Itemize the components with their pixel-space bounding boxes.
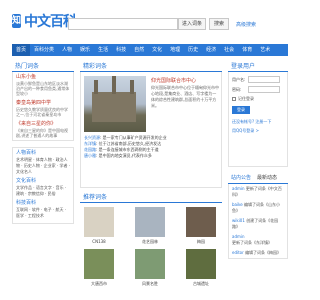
nav-item-people[interactable]: 人物 (58, 44, 76, 56)
recommended-caption[interactable]: 大唐西市 (82, 281, 116, 287)
recommended-thumb[interactable] (135, 207, 165, 237)
dynamics-item[interactable]: admin 更新了词条《中文百科》 (229, 184, 287, 200)
hot-item[interactable]: 秦皇岛第四中学 历史悠久教学质量优良的中学之一,位于河北省秦皇岛市 (13, 98, 73, 119)
enter-entry-button[interactable]: 进入词条 (178, 18, 206, 30)
remember-row[interactable]: 记住登录 (232, 96, 284, 102)
featured-entry-title[interactable]: 仰光国际联合市中心 (151, 77, 196, 84)
category-title[interactable]: 人物百科 (13, 148, 73, 156)
login-box: 用户名: 密码: 记住登录 登录 还没有帐号? 注册一下 用QQ号登录 > (228, 72, 288, 167)
featured-image[interactable] (84, 76, 146, 132)
nav-item-tech[interactable]: 科技 (112, 44, 130, 56)
tab-notice[interactable]: 站内公告 (228, 173, 254, 183)
nav-item-geography[interactable]: 地理 (166, 44, 184, 56)
search-input[interactable] (68, 18, 178, 30)
password-field[interactable] (248, 86, 280, 93)
hot-entries-title: 热门词条 (12, 61, 74, 72)
spire-shape (112, 76, 116, 94)
cathedral-shape (92, 92, 136, 122)
featured-list-item[interactable]: 唐小雅: 是中国内地女演员,代表作众多 (84, 153, 220, 159)
qq-login-link[interactable]: 用QQ号登录 > (232, 128, 284, 134)
login-button[interactable]: 登录 (232, 106, 250, 114)
recommended-caption[interactable]: CN138 (82, 239, 116, 244)
dynamics-item[interactable]: admin 更新了词条《东洋镇》 (229, 232, 287, 248)
hot-item[interactable]: 《来自三星的你》 《来自三星的你》是中国电视剧,讲述了普通人的故事 (13, 119, 73, 140)
nav-item-sports[interactable]: 体育 (238, 44, 256, 56)
logo-icon: 知 (12, 14, 22, 28)
nav-item-categories[interactable]: 百科分类 (30, 44, 58, 56)
recommended-caption[interactable]: 梅园 (184, 239, 218, 245)
recommended-thumb[interactable] (84, 207, 114, 237)
recommended-caption[interactable]: 风景名胜 (133, 281, 167, 287)
dynamics-item[interactable]: wiki01 创建了词条《花园路》 (229, 216, 287, 232)
site-logo[interactable]: 知 中文百科 (12, 11, 77, 31)
nav-item-culture[interactable]: 文化 (148, 44, 166, 56)
featured-entry-desc: 仰光国际联合市中心位于缅甸仰光市中心地段,是集商业、酒店、写字楼为一体的综合性建… (151, 85, 219, 108)
spire-shape (94, 80, 98, 94)
nav-item-economy[interactable]: 经济 (202, 44, 220, 56)
hot-item-title[interactable]: 《来自三星的你》 (16, 121, 70, 127)
search-button[interactable]: 搜索 (209, 18, 229, 30)
dynamics-item[interactable]: editor 编辑了词条《梅园》 (229, 248, 287, 258)
featured-box: 仰光国际联合市中心 仰光国际联合市中心位于缅甸仰光市中心地段,是集商业、酒店、写… (80, 72, 222, 188)
nav-item-history[interactable]: 历史 (184, 44, 202, 56)
nav-item-society[interactable]: 社会 (220, 44, 238, 56)
recommended-caption[interactable]: 古城遗址 (184, 281, 218, 287)
username-label: 用户名: (232, 76, 246, 82)
remember-label: 记住登录 (238, 96, 254, 101)
main-nav: 首页 百科分类 人物 娱乐 生活 科技 自然 文化 地理 历史 经济 社会 体育… (12, 44, 288, 56)
category-title[interactable]: 文化百科 (13, 176, 73, 184)
remember-checkbox[interactable] (232, 97, 236, 101)
nav-item-home[interactable]: 首页 (12, 44, 31, 56)
category-box: 人物百科 艺术明星 · 体育人物 · 政治人物 · 历史人物 · 企业家 · 学… (12, 147, 74, 224)
category-links[interactable]: 文学作品 · 语言文字 · 音乐 · 建筑 · 宗教信仰 · 民俗 (13, 184, 73, 198)
category-title[interactable]: 科技百科 (13, 198, 73, 206)
nav-item-entertainment[interactable]: 娱乐 (76, 44, 94, 56)
page: 知 中文百科 进入词条 搜索 高级搜索 首页 百科分类 人物 娱乐 生活 科技 … (0, 0, 300, 300)
login-title: 登录用户 (228, 61, 288, 72)
recommended-title: 推荐词条 (80, 192, 222, 203)
nav-item-art[interactable]: 艺术 (256, 44, 274, 56)
hot-item-title[interactable]: 秦皇岛第四中学 (16, 100, 70, 106)
right-column: 登录用户 用户名: 密码: 记住登录 登录 还没有帐号? 注册一下 用QQ号登录… (228, 61, 288, 259)
category-links[interactable]: 艺术明星 · 体育人物 · 政治人物 · 历史人物 · 企业家 · 学者 · 文… (13, 156, 73, 176)
dynamics-box: admin 更新了词条《中文百科》 baike 编辑了词条《山东小鱼》 wiki… (228, 184, 288, 259)
recommended-thumb[interactable] (84, 249, 114, 279)
recommended-thumb[interactable] (186, 207, 216, 237)
nav-item-nature[interactable]: 自然 (130, 44, 148, 56)
recommended-thumb[interactable] (135, 249, 165, 279)
dynamics-tabs: 站内公告 最新动态 (228, 173, 288, 184)
dynamics-item[interactable]: baike 编辑了词条《山东小鱼》 (229, 200, 287, 216)
recommended-caption[interactable]: 花艺园林 (133, 239, 167, 245)
spire-shape (130, 80, 134, 94)
left-column: 热门词条 山东小鱼 淡黄小鲜鱼是山东地区淡水湖泊产出的一种食用鱼类,通常体型较小… (12, 61, 74, 224)
hot-entries-box: 山东小鱼 淡黄小鲜鱼是山东地区淡水湖泊产出的一种食用鱼类,通常体型较小 秦皇岛第… (12, 72, 74, 141)
hot-item-desc: 《来自三星的你》是中国电视剧,讲述了普通人的故事 (16, 128, 68, 138)
username-field[interactable] (248, 76, 280, 83)
password-label: 密码: (232, 86, 242, 92)
hot-item-desc: 淡黄小鲜鱼是山东地区淡水湖泊产出的一种食用鱼类,通常体型较小 (16, 81, 70, 96)
advanced-search-link[interactable]: 高级搜索 (236, 21, 256, 28)
recommended-grid: CN138 花艺园林 梅园 大唐西市 风景名胜 古城遗址 (80, 203, 222, 300)
middle-column: 精彩词条 仰光国际联合市中心 仰光国际联合市中心位于缅甸仰光市中心地段,是集商业… (80, 61, 222, 300)
hot-item-title[interactable]: 山东小鱼 (16, 74, 70, 80)
recommended-thumb[interactable] (186, 249, 216, 279)
featured-list: 长兴资源: 是一家专门从事矿产资源开发的企业 东洋镇: 位于江苏省南部,历史悠久… (84, 135, 220, 159)
hot-item-desc: 历史悠久教学质量优良的中学之一,位于河北省秦皇岛市 (16, 107, 68, 117)
featured-title: 精彩词条 (80, 61, 222, 72)
hot-item[interactable]: 山东小鱼 淡黄小鲜鱼是山东地区淡水湖泊产出的一种食用鱼类,通常体型较小 (13, 72, 73, 98)
category-links[interactable]: 互联网 · 软件 · 电子 · 航天 · 医学 · 工程技术 (13, 206, 73, 220)
register-link[interactable]: 还没有帐号? 注册一下 (232, 119, 284, 125)
nav-item-life[interactable]: 生活 (94, 44, 112, 56)
tab-news[interactable]: 最新动态 (254, 173, 280, 183)
